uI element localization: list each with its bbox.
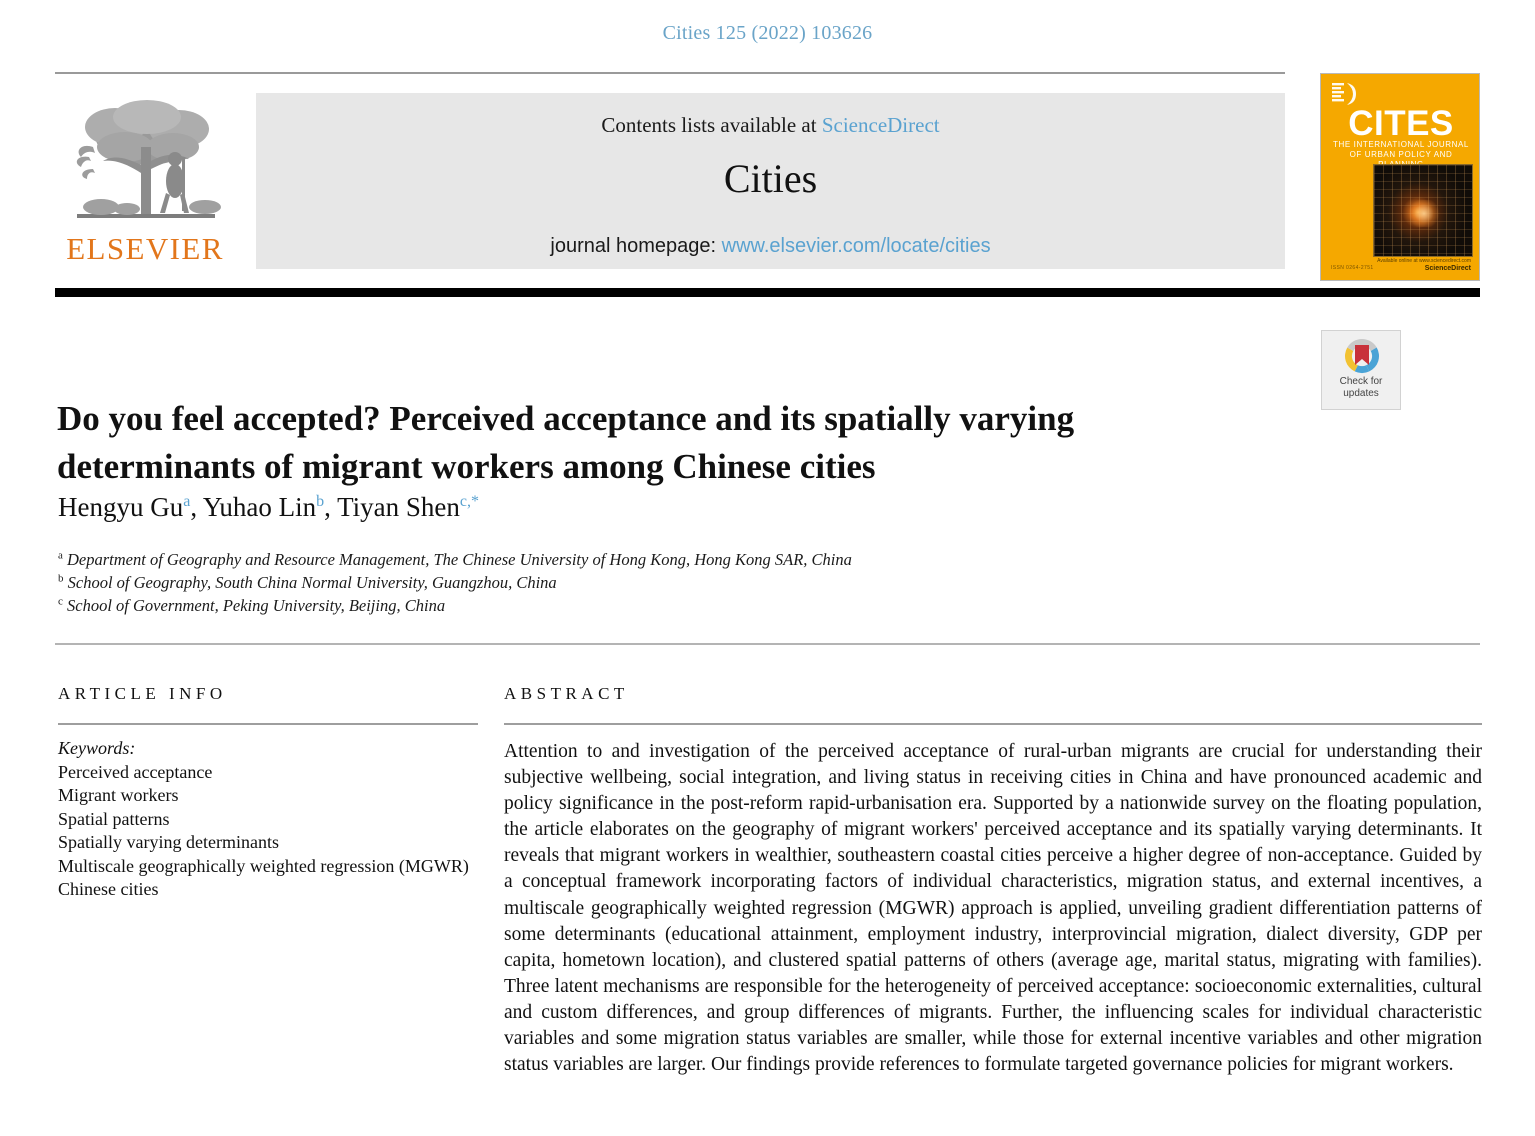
abstract-heading: ABSTRACT	[504, 684, 629, 703]
contents-prefix: Contents lists available at	[601, 113, 822, 137]
cover-issn: ISSN 0264-2751	[1331, 265, 1374, 271]
keywords-label: Keywords:	[58, 738, 136, 758]
running-head: Cities 125 (2022) 103626	[662, 22, 873, 44]
article-info-heading: ARTICLE INFO	[58, 684, 227, 703]
affiliation-item: b School of Geography, South China Norma…	[58, 571, 1258, 594]
affiliation-mark: b	[58, 572, 64, 585]
abstract-rule	[504, 723, 1482, 725]
author-affiliation-mark[interactable]: c,*	[460, 493, 479, 510]
article-info-column: ARTICLE INFO Keywords: Perceived accepta…	[58, 684, 478, 902]
keyword-item: Multiscale geographically weighted regre…	[58, 855, 469, 876]
author-name[interactable]: Hengyu Gu	[58, 492, 183, 522]
crossmark-line2: updates	[1343, 388, 1379, 399]
crossmark-label: Check for updates	[1322, 376, 1400, 400]
masthead-heavy-rule	[55, 288, 1480, 297]
affiliation-item: a Department of Geography and Resource M…	[58, 548, 1258, 571]
affiliation-mark: a	[58, 549, 63, 562]
crossmark-badge-icon	[1344, 339, 1380, 374]
journal-title: Cities	[723, 156, 818, 201]
keywords-list: Perceived acceptance Migrant workers Spa…	[58, 761, 478, 902]
masthead-grey-panel: Contents lists available at ScienceDirec…	[256, 93, 1285, 269]
author-name[interactable]: Yuhao Lin	[203, 492, 316, 522]
masthead-top-rule	[55, 72, 1285, 74]
city-night-lights-image	[1373, 164, 1473, 257]
sciencedirect-link[interactable]: ScienceDirect	[822, 113, 940, 137]
crossmark-badge[interactable]: Check for updates	[1321, 330, 1401, 410]
crossmark-line1: Check for	[1339, 376, 1383, 387]
cover-title: CITES	[1348, 104, 1454, 143]
contents-available-line: Contents lists available at ScienceDirec…	[256, 113, 1285, 138]
journal-homepage-link[interactable]: www.elsevier.com/locate/cities	[722, 235, 991, 257]
affiliation-text: Department of Geography and Resource Man…	[67, 550, 852, 569]
cover-footer-note: Available online at www.sciencedirect.co…	[1377, 258, 1471, 273]
keyword-item: Spatially varying determinants	[58, 832, 279, 852]
affiliation-item: c School of Government, Peking Universit…	[58, 594, 1258, 617]
author-affiliation-mark[interactable]: a	[183, 493, 190, 510]
elsevier-wordmark: ELSEVIER	[66, 231, 224, 266]
affiliation-mark: c	[58, 595, 63, 608]
keyword-item: Migrant workers	[58, 785, 179, 805]
affiliation-list: a Department of Geography and Resource M…	[58, 548, 1258, 617]
abstract-column: ABSTRACT Attention to and investigation …	[504, 684, 1482, 1078]
homepage-prefix: journal homepage:	[550, 235, 722, 257]
elsevier-logo: ELSEVIER	[57, 93, 233, 269]
author-list: Hengyu Gua, Yuhao Linb, Tiyan Shenc,*	[58, 492, 479, 522]
author-affiliation-mark[interactable]: b	[316, 493, 324, 510]
keyword-item: Perceived acceptance	[58, 761, 213, 782]
elsevier-tree-icon	[76, 100, 221, 218]
affiliation-text: School of Geography, South China Normal …	[67, 573, 557, 592]
journal-homepage-line: journal homepage: www.elsevier.com/locat…	[256, 235, 1285, 258]
author-name[interactable]: Tiyan Shen	[337, 492, 460, 522]
keyword-item: Chinese cities	[58, 879, 159, 899]
article-info-rule	[58, 723, 478, 725]
abstract-text: Attention to and investigation of the pe…	[504, 741, 1482, 1076]
page-title: Do you feel accepted? Perceived acceptan…	[57, 399, 1075, 487]
cover-footer-brand: ScienceDirect	[1424, 265, 1471, 272]
journal-cover-thumbnail[interactable]: CITES THE INTERNATIONAL JOURNAL OF URBAN…	[1320, 73, 1480, 281]
author-block-divider	[55, 643, 1480, 645]
cover-footer-availability: Available online at www.sciencedirect.co…	[1377, 258, 1471, 264]
keyword-item: Spatial patterns	[58, 808, 170, 829]
affiliation-text: School of Government, Peking University,…	[67, 596, 446, 615]
